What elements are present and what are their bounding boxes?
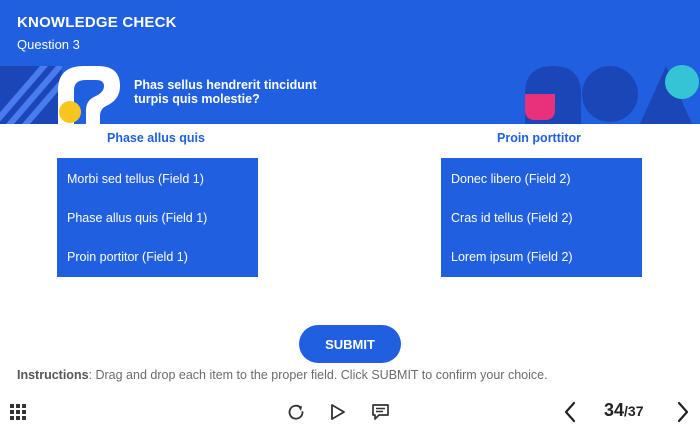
instructions-body: : Drag and drop each item to the proper … bbox=[88, 368, 548, 382]
replay-icon[interactable] bbox=[287, 403, 305, 426]
drag-item[interactable]: Donec libero (Field 2) bbox=[451, 172, 571, 186]
chevron-right-icon[interactable] bbox=[676, 401, 690, 428]
header-banner: KNOWLEDGE CHECK Question 3 Phas sellus h… bbox=[0, 0, 700, 124]
total-pages: /37 bbox=[624, 403, 644, 419]
instructions-label: Instructions bbox=[17, 368, 89, 382]
current-page: 34 bbox=[604, 400, 625, 420]
grid-menu-icon[interactable] bbox=[10, 404, 27, 426]
yellow-dot bbox=[59, 101, 81, 123]
drag-item[interactable]: Lorem ipsum (Field 2) bbox=[451, 250, 573, 264]
drag-item[interactable]: Cras id tellus (Field 2) bbox=[451, 211, 573, 225]
drop-field-1[interactable]: Morbi sed tellus (Field 1) Phase allus q… bbox=[57, 158, 258, 277]
transcript-icon[interactable] bbox=[371, 403, 390, 426]
page-counter: 34/37 bbox=[604, 400, 644, 421]
question-prompt: Phas sellus hendrerit tincidunt turpis q… bbox=[134, 78, 317, 106]
drag-item[interactable]: Morbi sed tellus (Field 1) bbox=[67, 172, 204, 186]
knowledge-check-title: KNOWLEDGE CHECK bbox=[17, 14, 177, 31]
submit-button[interactable]: SUBMIT bbox=[299, 325, 401, 363]
drag-item[interactable]: Phase allus quis (Field 1) bbox=[67, 211, 207, 225]
drag-item[interactable]: Proin portitor (Field 1) bbox=[67, 250, 188, 264]
instructions-text: Instructions: Drag and drop each item to… bbox=[17, 368, 548, 382]
question-number: Question 3 bbox=[17, 37, 80, 52]
right-shapes bbox=[525, 65, 699, 124]
field-2-title: Proin porttitor bbox=[497, 131, 582, 145]
field-1-title: Phase allus quis bbox=[107, 131, 205, 145]
play-icon[interactable] bbox=[330, 403, 346, 426]
chevron-left-icon[interactable] bbox=[563, 401, 577, 428]
drop-field-2[interactable]: Donec libero (Field 2) Cras id tellus (F… bbox=[441, 158, 642, 277]
